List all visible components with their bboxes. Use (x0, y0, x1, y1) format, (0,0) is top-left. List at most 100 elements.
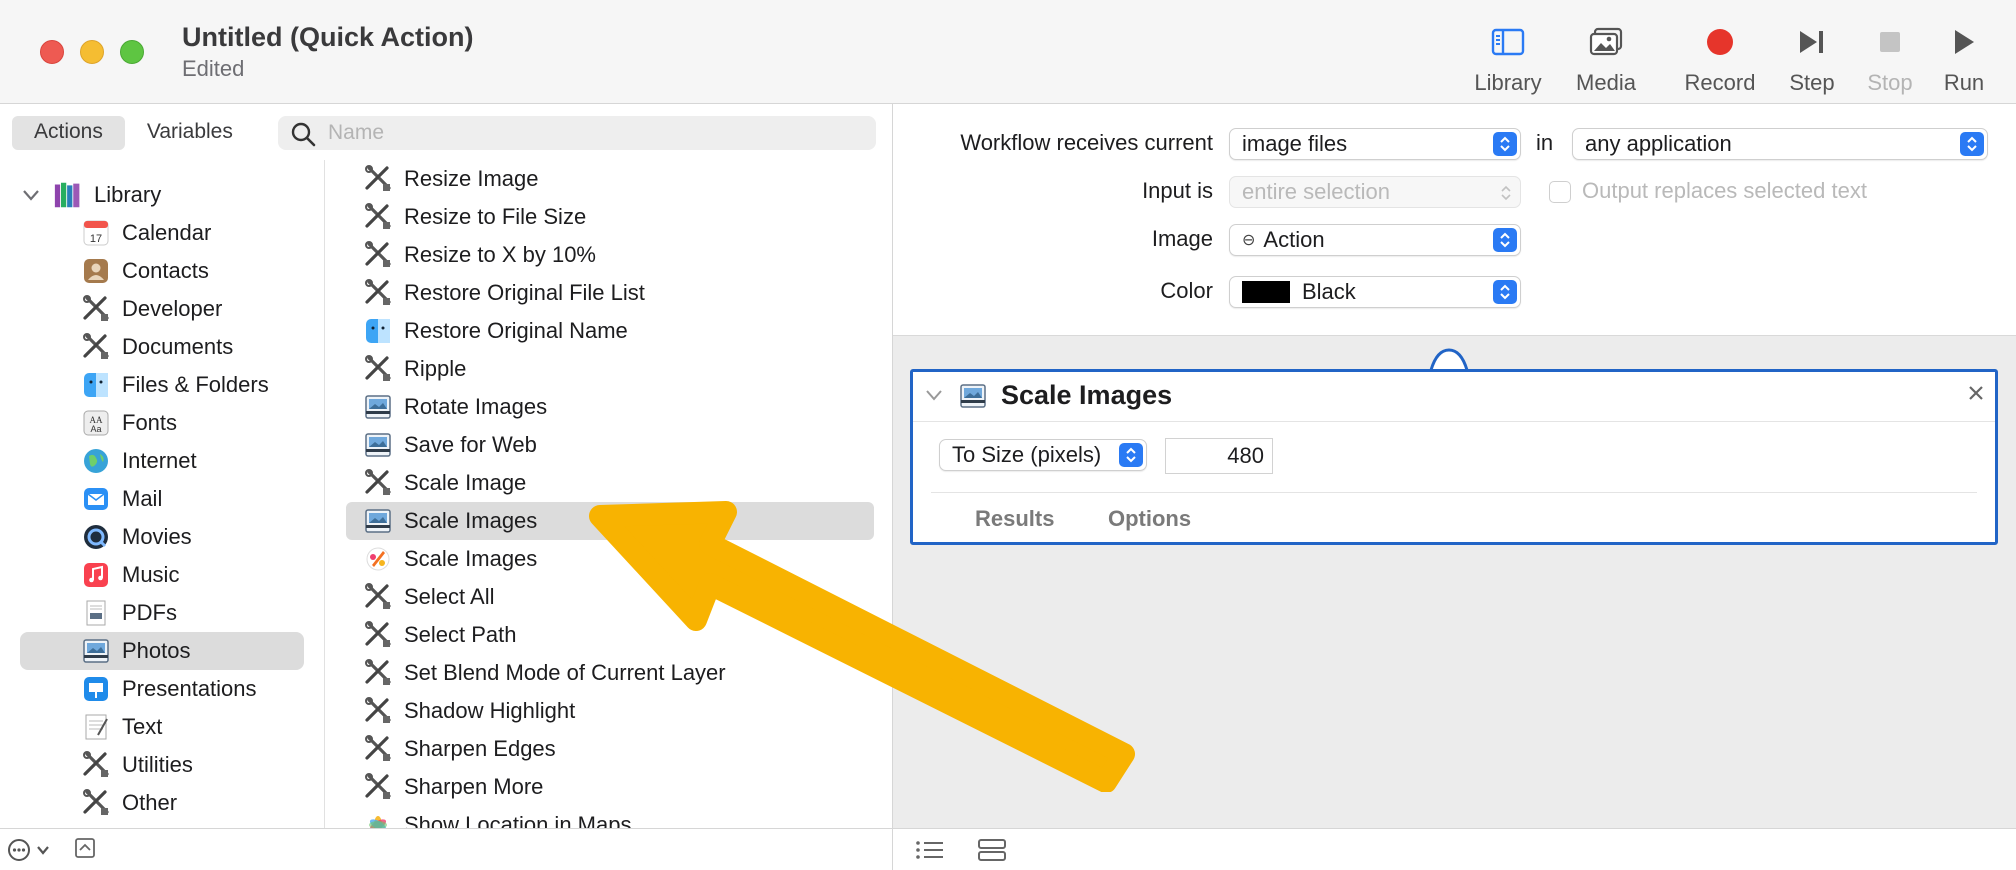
action-card-title: Scale Images (1001, 380, 1173, 410)
action-item[interactable]: Scale Images (364, 540, 537, 578)
library-item[interactable]: PDFs (82, 594, 177, 632)
media-toolbar-button[interactable]: Media (1556, 22, 1656, 96)
run-toolbar-button[interactable]: Run (1914, 22, 2014, 96)
tab-variables[interactable]: Variables (125, 116, 255, 150)
pdf-icon (82, 599, 110, 627)
library-category-list: Library 17 Calendar Contacts Developer Docum… (0, 160, 325, 828)
svg-text:Aa: Aa (90, 424, 101, 434)
annotation-arrow (589, 501, 1135, 792)
action-item-label: Scale Images (404, 508, 538, 533)
action-item[interactable]: Restore Original File List (364, 274, 645, 312)
action-item[interactable]: Scale Image (364, 464, 526, 502)
action-item[interactable]: Scale Images (364, 502, 537, 540)
action-item[interactable]: Resize Image (364, 160, 539, 198)
library-toolbar-button[interactable]: Library (1458, 22, 1558, 96)
automator-tools-icon (82, 295, 110, 323)
output-replaces-checkbox[interactable] (1549, 181, 1571, 203)
popup-arrows-icon (1493, 228, 1517, 252)
library-item-label: Files & Folders (122, 372, 269, 397)
sidebar-icon (1491, 28, 1525, 56)
library-item[interactable]: 17 Calendar (82, 214, 211, 252)
application-value: any application (1585, 131, 1732, 156)
action-item[interactable]: Sharpen More (364, 768, 543, 806)
close-icon[interactable] (1967, 384, 1985, 407)
disclosure-triangle-icon[interactable] (22, 189, 44, 201)
action-card-header: Scale Images (913, 372, 1995, 422)
automator-tools-icon (82, 333, 110, 361)
minimize-window-button[interactable] (80, 40, 104, 64)
automator-tools-icon (364, 203, 392, 231)
library-item[interactable]: Text (82, 708, 162, 746)
action-item-label: Resize to X by 10% (404, 242, 596, 267)
library-item[interactable]: Music (82, 556, 179, 594)
action-item[interactable]: Show Location in Maps (364, 806, 631, 828)
quicktime-icon (82, 523, 110, 551)
library-root[interactable]: Library (22, 176, 161, 214)
action-item[interactable]: Ripple (364, 350, 466, 388)
action-item[interactable]: Resize to X by 10% (364, 236, 596, 274)
scale-mode-popup[interactable]: To Size (pixels) (939, 439, 1147, 471)
library-item[interactable]: Other (82, 784, 177, 822)
action-menu-icon[interactable] (6, 837, 56, 868)
action-item-label: Rotate Images (404, 394, 548, 419)
library-item[interactable]: Mail (82, 480, 162, 518)
library-item-label: Photos (122, 638, 191, 663)
automator-tools-icon (82, 789, 110, 817)
color-popup[interactable]: Black (1229, 276, 1521, 308)
action-item[interactable]: Rotate Images (364, 388, 547, 426)
library-item[interactable]: Internet (82, 442, 197, 480)
description-toggle-icon[interactable] (74, 837, 96, 864)
library-item[interactable]: Contacts (82, 252, 209, 290)
search-input[interactable] (328, 120, 848, 146)
library-toolbar-label: Library (1474, 70, 1542, 95)
automator-tools-icon (364, 697, 392, 725)
record-toolbar-label: Record (1684, 70, 1756, 95)
close-window-button[interactable] (40, 40, 64, 64)
library-item[interactable]: Photos (82, 632, 191, 670)
preview-icon (364, 507, 392, 535)
preview-icon (82, 637, 110, 665)
action-item[interactable]: Select Path (364, 616, 517, 654)
action-item-label: Restore Original Name (404, 318, 628, 343)
tab-actions[interactable]: Actions (12, 116, 125, 150)
action-item[interactable]: Save for Web (364, 426, 537, 464)
library-item-label: Documents (122, 334, 234, 359)
action-item[interactable]: Select All (364, 578, 495, 616)
record-toolbar-button[interactable]: Record (1670, 22, 1770, 96)
workflow-bottom-bar (893, 828, 2016, 870)
library-item[interactable]: Utilities (82, 746, 193, 784)
collapse-chevron-icon[interactable] (925, 388, 943, 406)
library-item[interactable]: Presentations (82, 670, 257, 708)
pixel-size-field[interactable]: 480 (1165, 438, 1273, 474)
output-replaces-label: Output replaces selected text (1582, 178, 1867, 203)
library-item-label: Utilities (122, 752, 193, 777)
search-field[interactable] (278, 116, 876, 150)
library-item[interactable]: AA Aa Fonts (82, 404, 177, 442)
action-item[interactable]: Restore Original Name (364, 312, 628, 350)
action-item-label: Select All (404, 584, 495, 609)
popup-arrows-icon (1960, 132, 1984, 156)
workflow-view-icon[interactable] (977, 838, 1007, 867)
keynote-icon (82, 675, 110, 703)
action-item[interactable]: Sharpen Edges (364, 730, 556, 768)
action-item-label: Resize to File Size (404, 204, 587, 229)
action-item[interactable]: Resize to File Size (364, 198, 586, 236)
receives-popup[interactable]: image files (1229, 128, 1521, 160)
scale-mode-value: To Size (pixels) (952, 442, 1102, 467)
list-view-icon[interactable] (915, 839, 945, 866)
window-title: Untitled (Quick Action) (182, 22, 474, 52)
automator-tools-icon (364, 165, 392, 193)
library-item[interactable]: Files & Folders (82, 366, 269, 404)
zoom-window-button[interactable] (120, 40, 144, 64)
preview-icon (364, 393, 392, 421)
finder-icon (364, 317, 392, 345)
library-item-label: Contacts (122, 258, 209, 283)
application-popup[interactable]: any application (1572, 128, 1988, 160)
library-item[interactable]: Movies (82, 518, 192, 556)
action-item-label: Sharpen More (404, 774, 544, 799)
library-item[interactable]: Documents (82, 328, 233, 366)
input-popup[interactable]: entire selection (1229, 176, 1521, 208)
image-popup[interactable]: ⊖ Action (1229, 224, 1521, 256)
library-item[interactable]: Developer (82, 290, 222, 328)
receives-label: Workflow receives current (960, 130, 1213, 155)
